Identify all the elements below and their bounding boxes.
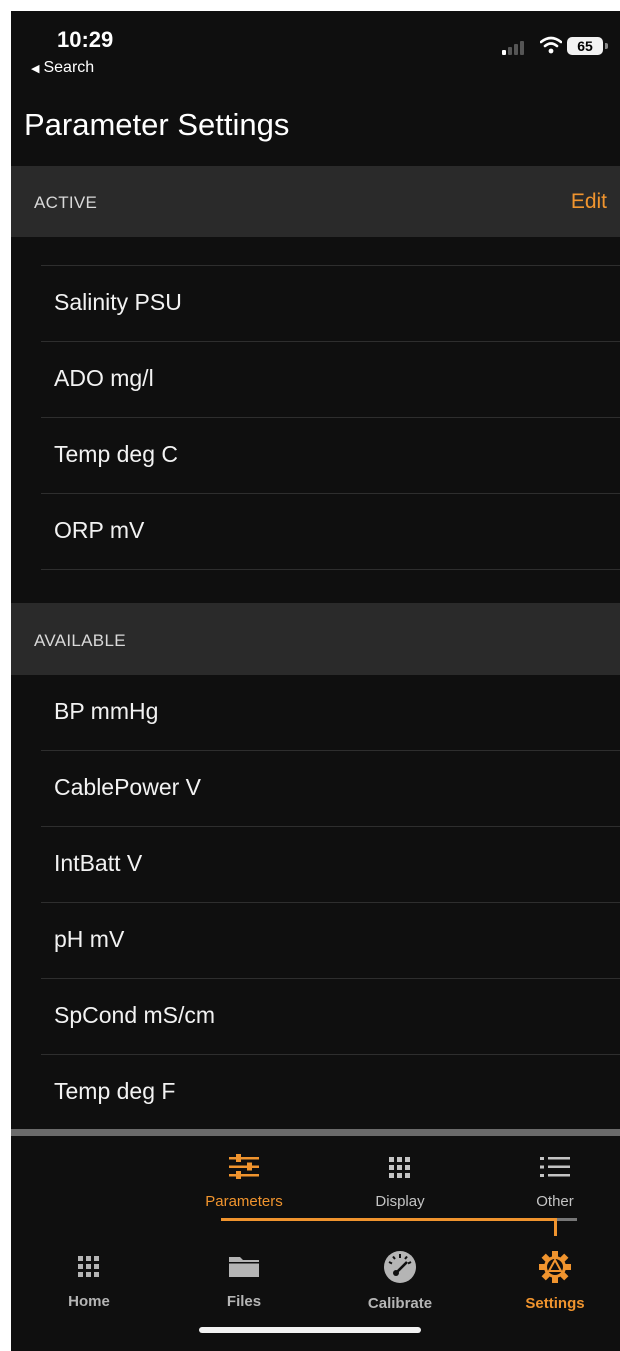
active-section-header: ACTIVE Edit [11,166,620,237]
grid-icon [389,1157,410,1178]
tab-other[interactable]: Other [495,1154,615,1210]
available-section-header: AVAILABLE [11,603,620,675]
cellular-signal-icon [502,39,530,55]
sliders-icon [229,1154,259,1179]
tab-parameters[interactable]: Parameters [184,1154,304,1210]
list-item[interactable]: CablePower V [41,751,620,827]
list-item[interactable]: ORP mV [41,494,620,570]
list-item[interactable]: Salinity PSU [41,266,620,342]
list-item[interactable]: pH mV [41,903,620,979]
battery-nub [605,43,608,49]
list-item[interactable]: IntBatt V [41,827,620,903]
status-time: 10:29 [57,27,114,52]
edit-button[interactable]: Edit [571,190,607,214]
list-icon [540,1157,570,1177]
tab-display-label: Display [375,1193,425,1210]
gear-icon [539,1251,571,1283]
back-to-search-link[interactable]: ◀ Search [31,59,94,77]
wifi-icon [540,36,562,54]
tab-other-label: Other [536,1193,574,1210]
phone-screen: 10:29 ◀ Search 65 Parameter Settings ACTI… [11,11,620,1351]
list-item[interactable]: ADO mg/l [41,342,620,418]
bottom-navigation: Parameters Display Other Home Files Cali… [11,1136,620,1351]
back-label: Search [43,59,95,76]
active-header-label: ACTIVE [34,193,98,212]
battery-icon: 65 [567,37,603,55]
list-item[interactable]: Temp deg C [41,418,620,494]
gauge-icon [384,1251,416,1283]
available-header-label: AVAILABLE [34,631,126,650]
sub-tab-indicator-tail [557,1218,577,1221]
tab-home-label: Home [68,1293,110,1310]
list-item[interactable]: Temp deg F [41,1055,620,1130]
tab-calibrate-label: Calibrate [367,1295,433,1312]
home-indicator[interactable] [199,1327,421,1333]
tab-settings-label: Settings [525,1295,585,1312]
tab-parameters-label: Parameters [205,1193,283,1210]
page-title: Parameter Settings [24,107,290,142]
list-item[interactable]: BP mmHg [41,675,620,751]
tab-files-label: Files [226,1293,262,1310]
tab-files[interactable]: Files [184,1254,304,1310]
list-item[interactable]: SpCond mS/cm [41,979,620,1055]
tab-home[interactable]: Home [29,1254,149,1310]
tab-calibrate[interactable]: Calibrate [340,1250,460,1312]
tab-display[interactable]: Display [340,1154,460,1210]
grid-icon [78,1256,99,1277]
folder-icon [229,1257,259,1277]
sub-tab-indicator [221,1218,556,1221]
tabbar-divider [11,1129,620,1136]
tab-settings[interactable]: Settings [495,1250,615,1312]
list-item-partial[interactable] [41,237,620,266]
back-arrow-icon: ◀ [31,63,40,75]
